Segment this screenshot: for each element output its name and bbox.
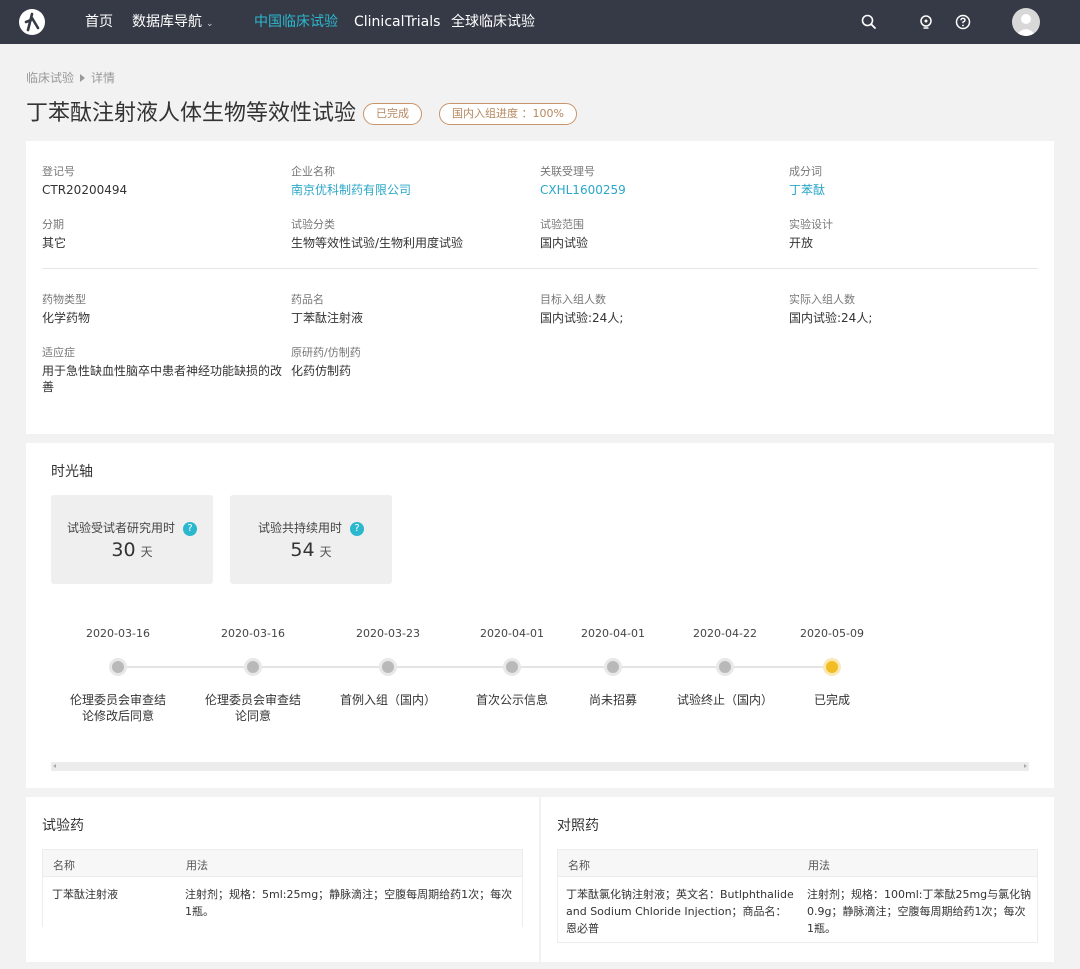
field-label: 登记号 [42,165,75,178]
stat-value: 30 [111,539,136,561]
chevron-down-icon: ⌄ [206,19,214,29]
test-drug-title: 试验药 [42,818,84,834]
field-label: 关联受理号 [540,165,595,178]
enrollment-progress-badge: 国内入组进度 ：100% [439,103,577,125]
avatar[interactable] [1012,8,1040,36]
timeline-date: 2020-04-22 [693,627,757,640]
stat-label: 试验受试者研究用时 [66,521,175,535]
stat-subject-duration: 试验受试者研究用时? 30 天 [51,495,213,584]
breadcrumb-current: 详情 [91,71,116,85]
field-label: 适应症 [42,346,75,359]
timeline-event-label: 首次公示信息 [475,693,548,707]
caret-right-icon [80,74,86,82]
timeline-dot [109,658,127,676]
drug-name-cell: 丁苯酞氯化钠注射液；英文名：Butlphthalide and Sodium C… [566,888,794,935]
nav-global-trials[interactable]: 全球临床试验 [451,12,535,32]
timeline-title: 时光轴 [51,464,93,480]
logo-icon[interactable] [19,9,45,35]
column-header-usage: 用法 [186,859,208,872]
drug-usage-cell: 注射剂；规格：100ml:丁苯酞25mg与氯化钠0.9g；静脉滴注；空腹每周期给… [807,888,1032,935]
field-label: 药物类型 [42,293,86,306]
timeline-event-label: 伦理委员会审查结论修改后同意 [70,693,167,723]
stat-value-wrap: 30 天 [51,539,213,561]
stat-label-wrap: 试验共持续用时? [230,519,392,536]
timeline-dot [604,658,622,676]
nav-database[interactable]: 数据库导航 ⌄ [132,12,214,34]
field-label: 实际入组人数 [789,293,855,306]
help-icon[interactable]: ? [350,522,364,536]
field-value-originator-generic: 化药仿制药 [291,364,352,378]
field-value-drug-name: 丁苯酞注射液 [291,311,364,325]
control-drug-table-header: 名称 用法 [557,849,1038,877]
field-label: 分期 [42,218,64,231]
field-label: 药品名 [291,293,324,306]
field-value-acceptance-no-link[interactable]: CXHL1600259 [540,182,626,198]
timeline-dot [379,658,397,676]
timeline-event-label: 已完成 [813,693,850,707]
stat-unit: 天 [319,545,332,559]
help-icon[interactable] [954,13,972,31]
divider [42,268,1038,269]
timeline-date: 2020-03-16 [86,627,150,640]
field-value-registration-no: CTR20200494 [42,183,128,197]
field-label: 原研药/仿制药 [291,346,361,359]
nav-home[interactable]: 首页 [85,12,113,32]
column-header-usage: 用法 [808,859,830,872]
help-icon[interactable]: ? [183,522,197,536]
drug-name-cell: 丁苯酞注射液 [52,888,118,901]
column-header-name: 名称 [568,859,590,872]
horizontal-scrollbar[interactable] [51,762,1029,771]
scroll-left-icon[interactable] [53,764,56,768]
test-drug-table-header: 名称 用法 [42,849,523,877]
field-value-drug-type: 化学药物 [42,311,91,325]
field-label: 试验分类 [291,218,335,231]
timeline-dot-current [823,658,841,676]
timeline-event-label: 试验终止（国内） [677,693,774,707]
field-label: 试验范围 [540,218,584,231]
status-badge: 已完成 [363,103,422,125]
field-value-trial-category: 生物等效性试验/生物利用度试验 [291,236,464,250]
page-title: 丁苯酞注射液人体生物等效性试验 [26,101,357,126]
stat-unit: 天 [140,545,153,559]
field-value-indication: 用于急性缺血性脑卒中患者神经功能缺损的改善 [42,364,283,394]
timeline-event-label: 伦理委员会审查结论同意 [205,693,302,723]
field-value-ingredient-link[interactable]: 丁苯酞 [789,182,825,198]
stat-label: 试验共持续用时 [257,521,342,535]
timeline-date: 2020-04-01 [581,627,645,640]
stat-value-wrap: 54 天 [230,539,392,561]
timeline-date: 2020-05-09 [800,627,864,640]
nav-china-trials[interactable]: 中国临床试验 [254,12,338,32]
breadcrumb: 临床试验 详情 [26,69,115,86]
field-value-design: 开放 [789,236,814,250]
timeline-dot [716,658,734,676]
search-icon[interactable] [860,13,878,31]
field-label: 实验设计 [789,218,833,231]
field-value-phase: 其它 [42,236,67,250]
breadcrumb-root[interactable]: 临床试验 [26,71,74,85]
timeline-date: 2020-03-16 [221,627,285,640]
timeline-event-label: 尚未招募 [588,693,637,707]
nav-clinicaltrials[interactable]: ClinicalTrials [354,12,440,32]
stat-label-wrap: 试验受试者研究用时? [51,519,213,536]
timeline-dot [503,658,521,676]
lightbulb-icon[interactable] [917,13,935,31]
drug-usage-cell: 注射剂；规格：5ml:25mg；静脉滴注；空腹每周期给药1次；每次1瓶。 [185,888,513,918]
field-value-company-link[interactable]: 南京优科制药有限公司 [291,182,411,198]
stat-value: 54 [290,539,315,561]
top-nav-bar: 首页 数据库导航 ⌄ 中国临床试验 ClinicalTrials 全球临床试验 [0,0,1080,44]
field-value-target-enrollment: 国内试验:24人; [540,311,624,325]
field-label: 成分词 [789,165,822,178]
nav-database-label: 数据库导航 [132,14,202,30]
field-value-trial-scope: 国内试验 [540,236,589,250]
field-label: 企业名称 [291,165,335,178]
control-drug-title: 对照药 [557,818,599,834]
timeline-event-label: 首例入组（国内） [340,693,437,707]
scroll-right-icon[interactable] [1024,764,1027,768]
field-value-actual-enrollment: 国内试验:24人; [789,311,873,325]
field-label: 目标入组人数 [540,293,606,306]
timeline-dot [244,658,262,676]
timeline-date: 2020-03-23 [356,627,420,640]
column-header-name: 名称 [53,859,75,872]
stat-total-duration: 试验共持续用时? 54 天 [230,495,392,584]
